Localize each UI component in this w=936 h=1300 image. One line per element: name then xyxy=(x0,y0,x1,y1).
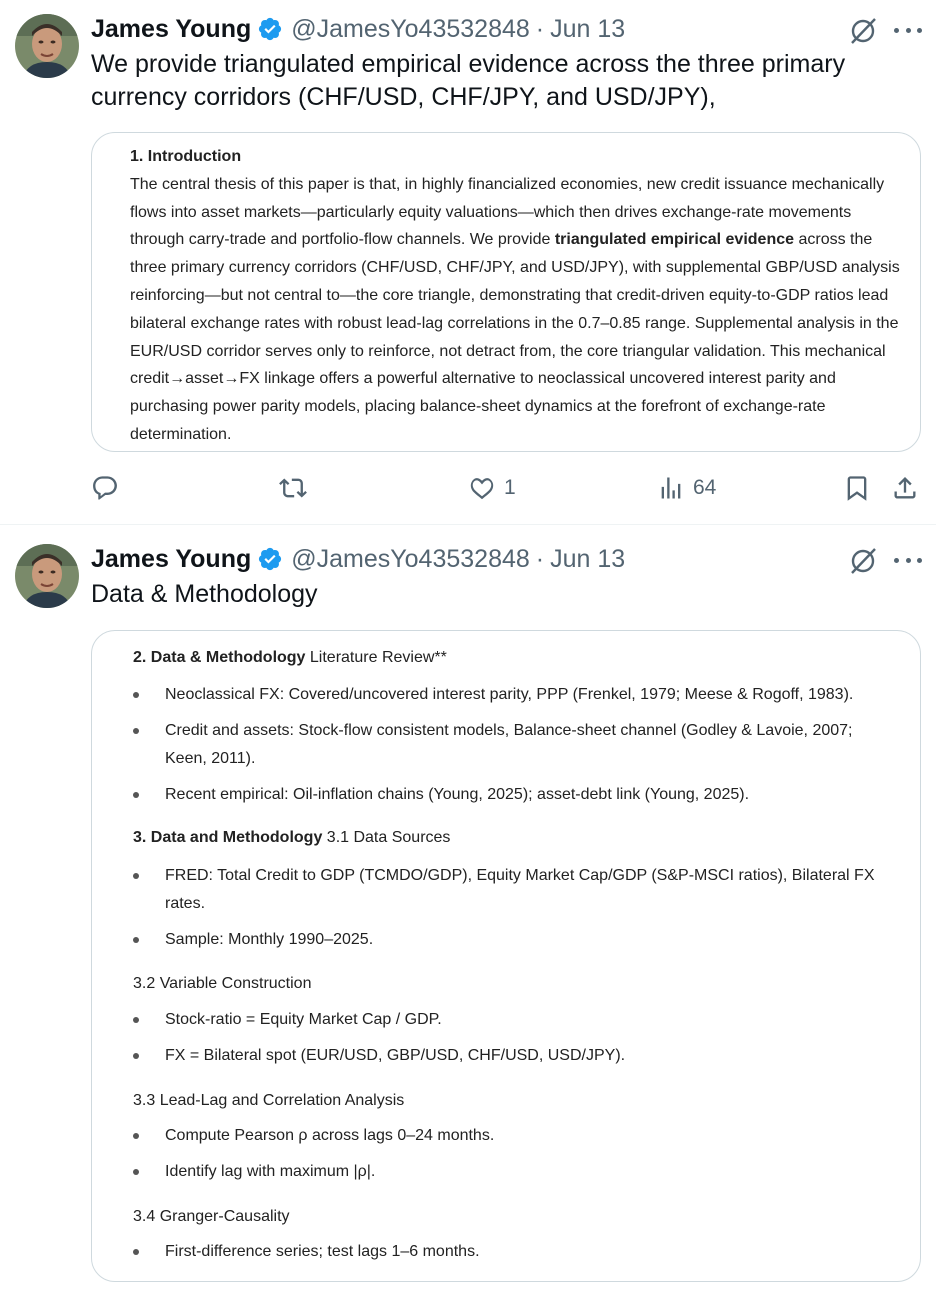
like-button[interactable]: 1 xyxy=(468,470,516,506)
list-item: Identify lag with maximum |ρ|. xyxy=(165,1163,376,1180)
document-heading: 1. Introduction xyxy=(130,148,242,165)
grok-icon[interactable] xyxy=(848,16,878,46)
like-icon xyxy=(470,478,494,500)
section-3-heading: 3. Data and Methodology 3.1 Data Sources xyxy=(133,829,451,846)
section-3-3-heading: 3.3 Lead-Lag and Correlation Analysis xyxy=(133,1092,405,1109)
verified-badge-icon xyxy=(259,17,282,41)
bullet xyxy=(133,1053,139,1059)
share-button[interactable] xyxy=(891,470,919,506)
bullet xyxy=(133,792,139,798)
document-image-card[interactable]: 2. Data & Methodology Literature Review*… xyxy=(91,630,921,1282)
tweet-text: Data & Methodology xyxy=(91,580,318,608)
bullet xyxy=(133,1133,139,1139)
bookmark-button[interactable] xyxy=(843,470,871,506)
tweet-header: James Young @JamesYo43532848 · Jun 13 xyxy=(91,542,625,576)
grok-icon[interactable] xyxy=(848,546,878,576)
reply-button[interactable] xyxy=(91,470,119,506)
separator-dot: · xyxy=(535,14,545,43)
retweet-button[interactable] xyxy=(279,470,307,506)
bullet xyxy=(133,1249,139,1255)
tweet-header: James Young @JamesYo43532848 · Jun 13 xyxy=(91,12,625,46)
tweet-text: We provide triangulated empirical eviden… xyxy=(91,50,846,111)
section-2-heading: 2. Data & Methodology Literature Review*… xyxy=(133,649,447,666)
author-name[interactable]: James Young xyxy=(91,545,251,574)
avatar[interactable] xyxy=(15,14,79,78)
document-image-card[interactable]: 1. Introduction The central thesis of th… xyxy=(91,132,921,452)
like-count: 1 xyxy=(504,476,516,499)
tweet-actions: 1 64 xyxy=(91,470,921,506)
more-icon[interactable] xyxy=(894,546,922,574)
tweet-2[interactable]: James Young @JamesYo43532848 · Jun 13 Da… xyxy=(0,530,936,1300)
views-button[interactable]: 64 xyxy=(657,470,716,506)
list-item: Neoclassical FX: Covered/uncovered inter… xyxy=(165,686,854,703)
list-item: FRED: Total Credit to GDP (TCMDO/GDP), E… xyxy=(165,867,875,912)
separator-dot: · xyxy=(535,544,545,573)
reply-icon xyxy=(93,476,117,500)
bullet xyxy=(133,1017,139,1023)
bullet xyxy=(133,728,139,734)
views-icon xyxy=(661,477,681,499)
list-item: Stock-ratio = Equity Market Cap / GDP. xyxy=(165,1011,442,1028)
document-text: 1. Introduction The central thesis of th… xyxy=(130,143,900,449)
share-icon xyxy=(894,477,916,499)
bookmark-icon xyxy=(847,476,867,501)
bullet xyxy=(133,873,139,879)
verified-badge-icon xyxy=(259,547,282,571)
list-item: Compute Pearson ρ across lags 0–24 month… xyxy=(165,1127,495,1144)
avatar[interactable] xyxy=(15,544,79,608)
tweet-date[interactable]: Jun 13 xyxy=(550,545,625,574)
tweet-1[interactable]: James Young @JamesYo43532848 · Jun 13 We… xyxy=(0,0,936,525)
list-item: FX = Bilateral spot (EUR/USD, GBP/USD, C… xyxy=(165,1047,626,1064)
section-3-4-heading: 3.4 Granger-Causality xyxy=(133,1208,290,1225)
bullet xyxy=(133,937,139,943)
author-handle[interactable]: @JamesYo43532848 xyxy=(291,15,530,44)
author-handle[interactable]: @JamesYo43532848 xyxy=(291,545,530,574)
document-body: The central thesis of this paper is that… xyxy=(130,175,900,443)
retweet-icon xyxy=(279,478,307,498)
section-3-2-heading: 3.2 Variable Construction xyxy=(133,975,312,992)
list-item: Sample: Monthly 1990–2025. xyxy=(165,931,374,948)
bullet xyxy=(133,692,139,698)
list-item: First-difference series; test lags 1–6 m… xyxy=(165,1243,480,1260)
list-item: Credit and assets: Stock-flow consistent… xyxy=(165,722,853,767)
tweet-date[interactable]: Jun 13 xyxy=(550,15,625,44)
bullet xyxy=(133,1169,139,1175)
list-item: Recent empirical: Oil-inflation chains (… xyxy=(165,786,750,803)
more-icon[interactable] xyxy=(894,16,922,44)
views-count: 64 xyxy=(693,476,717,499)
author-name[interactable]: James Young xyxy=(91,15,251,44)
